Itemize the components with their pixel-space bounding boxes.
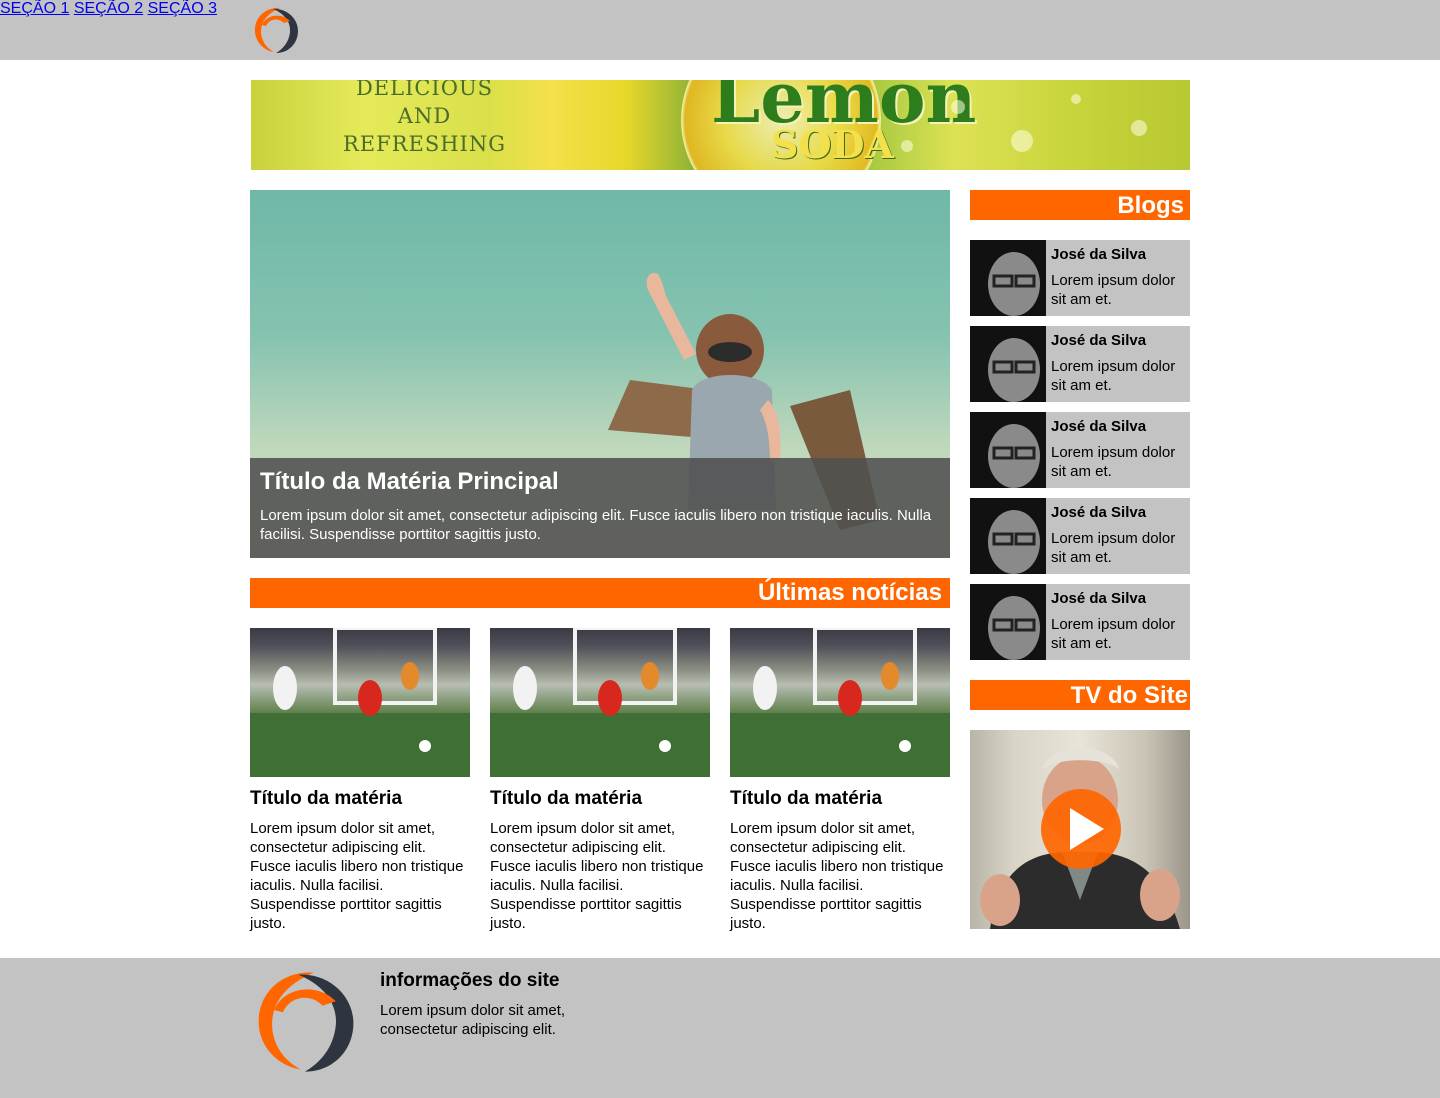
soccer-photo xyxy=(730,628,950,777)
footer-text: Lorem ipsum dolor sit amet, consectetur … xyxy=(380,1002,566,1038)
blog-excerpt: Lorem ipsum dolor sit am et. xyxy=(1051,272,1176,308)
blog-item[interactable]: José da Silva Lorem ipsum dolor sit am e… xyxy=(970,498,1190,574)
bubble-graphic xyxy=(1011,130,1033,152)
news-summary: Lorem ipsum dolor sit amet, consectetur … xyxy=(250,820,464,932)
blog-excerpt: Lorem ipsum dolor sit am et. xyxy=(1051,444,1176,480)
bubble-graphic xyxy=(951,100,965,114)
bubble-graphic xyxy=(1131,120,1147,136)
banner-product: SODA xyxy=(771,122,894,167)
brand-logo-icon[interactable] xyxy=(250,5,302,55)
news-card[interactable]: Título da matéria Lorem ipsum dolor sit … xyxy=(250,628,470,933)
news-thumbnail[interactable] xyxy=(250,628,470,777)
avatar xyxy=(970,412,1046,488)
main-story[interactable]: Título da Matéria Principal Lorem ipsum … xyxy=(250,190,950,558)
main-story-title[interactable]: Título da Matéria Principal xyxy=(260,468,940,496)
news-title[interactable]: Título da matéria xyxy=(250,788,470,810)
nav-link-secao-2[interactable]: SEÇÃO 2 xyxy=(74,0,143,17)
blog-author[interactable]: José da Silva xyxy=(1051,504,1146,521)
soccer-photo xyxy=(490,628,710,777)
blog-item[interactable]: José da Silva Lorem ipsum dolor sit am e… xyxy=(970,240,1190,316)
blog-author[interactable]: José da Silva xyxy=(1051,246,1146,263)
news-card[interactable]: Título da matéria Lorem ipsum dolor sit … xyxy=(730,628,950,933)
blog-item[interactable]: José da Silva Lorem ipsum dolor sit am e… xyxy=(970,584,1190,660)
main-story-caption: Título da Matéria Principal Lorem ipsum … xyxy=(250,458,950,558)
nav-link-secao-1[interactable]: SEÇÃO 1 xyxy=(0,0,69,17)
nav-link-secao-3[interactable]: SEÇÃO 3 xyxy=(148,0,217,17)
soccer-photo xyxy=(250,628,470,777)
news-summary: Lorem ipsum dolor sit amet, consectetur … xyxy=(490,820,704,932)
footer-title: informações do site xyxy=(380,970,560,991)
tv-heading: TV do Site xyxy=(970,680,1190,710)
banner-tagline-line: DELICIOUS xyxy=(355,80,494,100)
blog-excerpt: Lorem ipsum dolor sit am et. xyxy=(1051,358,1176,394)
blog-item[interactable]: José da Silva Lorem ipsum dolor sit am e… xyxy=(970,326,1190,402)
banner-tagline: DELICIOUS AND REFRESHING xyxy=(343,80,506,158)
blog-author[interactable]: José da Silva xyxy=(1051,590,1146,607)
avatar xyxy=(970,240,1046,316)
site-footer: informações do site Lorem ipsum dolor si… xyxy=(0,958,1440,1098)
news-card[interactable]: Título da matéria Lorem ipsum dolor sit … xyxy=(490,628,710,933)
blogs-heading: Blogs xyxy=(970,190,1190,220)
main-nav: SEÇÃO 1 SEÇÃO 2 SEÇÃO 3 xyxy=(0,0,1440,18)
avatar xyxy=(970,498,1046,574)
news-summary: Lorem ipsum dolor sit amet, consectetur … xyxy=(730,820,944,932)
news-thumbnail[interactable] xyxy=(730,628,950,777)
site-header: SEÇÃO 1 SEÇÃO 2 SEÇÃO 3 xyxy=(0,0,1440,60)
main-story-summary: Lorem ipsum dolor sit amet, consectetur … xyxy=(260,507,932,543)
blog-excerpt: Lorem ipsum dolor sit am et. xyxy=(1051,616,1176,652)
blog-author[interactable]: José da Silva xyxy=(1051,418,1146,435)
ad-banner[interactable]: DELICIOUS AND REFRESHING Lemon SODA xyxy=(251,80,1190,170)
avatar xyxy=(970,584,1046,660)
news-title[interactable]: Título da matéria xyxy=(730,788,950,810)
blog-author[interactable]: José da Silva xyxy=(1051,332,1146,349)
latest-news-heading: Últimas notícias xyxy=(250,578,950,608)
bubble-graphic xyxy=(901,140,913,152)
bubble-graphic xyxy=(1071,94,1081,104)
news-thumbnail[interactable] xyxy=(490,628,710,777)
blog-item[interactable]: José da Silva Lorem ipsum dolor sit am e… xyxy=(970,412,1190,488)
play-icon[interactable] xyxy=(1040,788,1122,870)
avatar xyxy=(970,326,1046,402)
brand-logo-icon[interactable] xyxy=(250,966,360,1076)
blog-excerpt: Lorem ipsum dolor sit am et. xyxy=(1051,530,1176,566)
video-player[interactable] xyxy=(970,730,1190,929)
news-title[interactable]: Título da matéria xyxy=(490,788,710,810)
banner-tagline-line: REFRESHING xyxy=(343,132,506,156)
banner-tagline-line: AND xyxy=(397,104,452,128)
